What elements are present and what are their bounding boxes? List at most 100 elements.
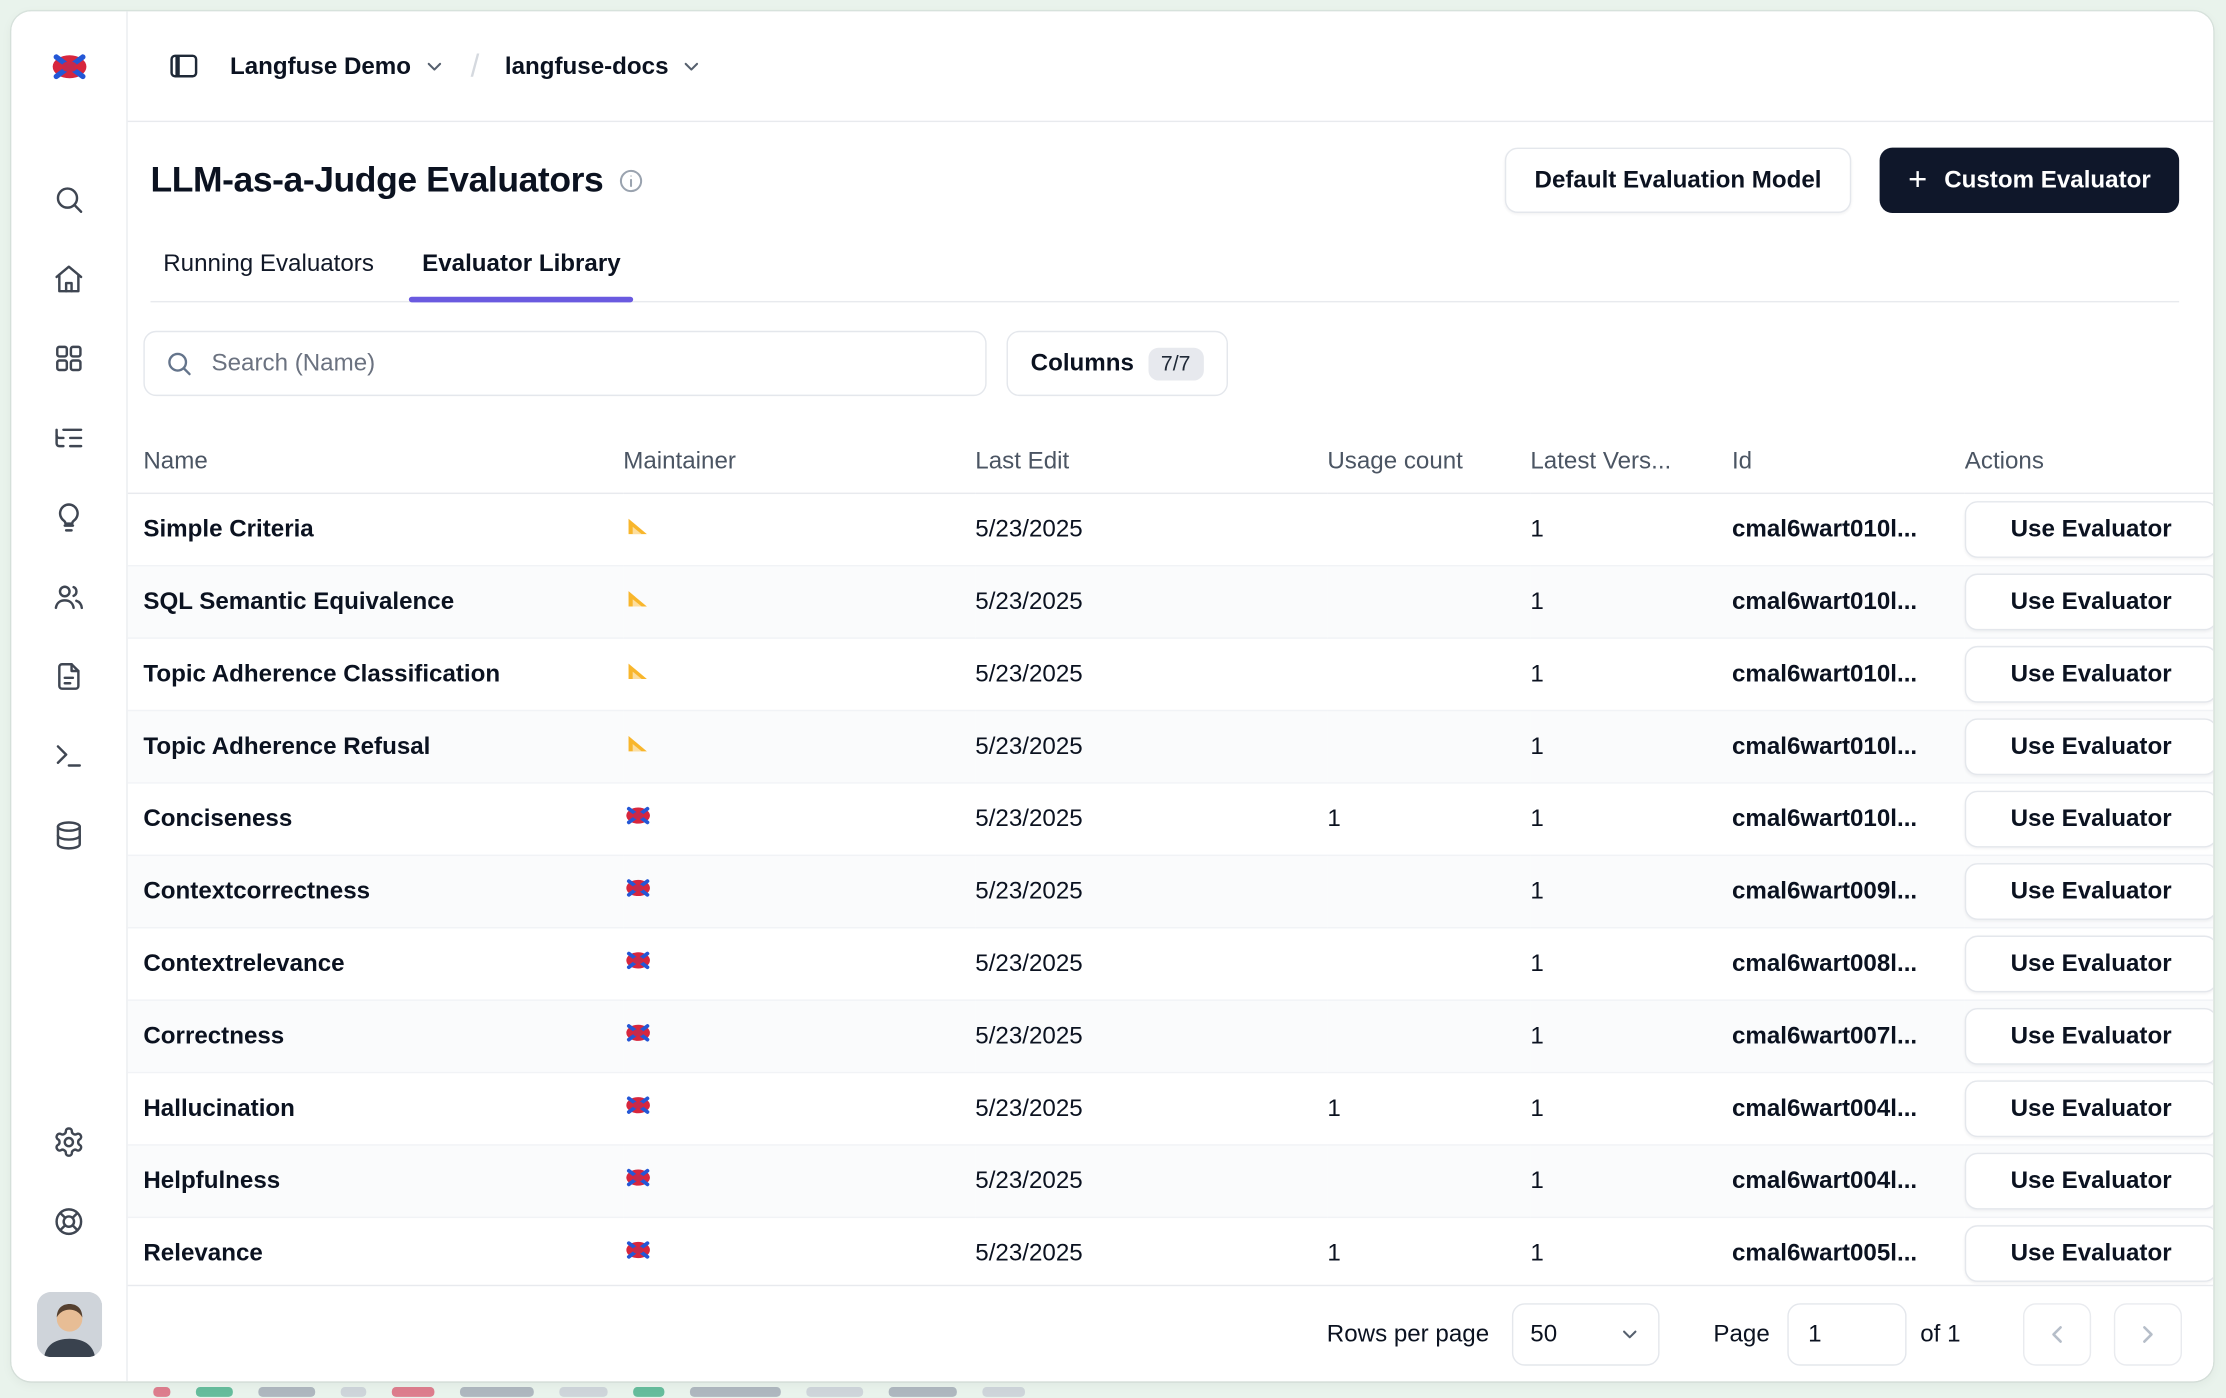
sidebar-item-datasets[interactable]: [40, 806, 97, 863]
ragas-icon: [623, 511, 651, 539]
langfuse-icon: [623, 872, 653, 902]
table-row: Topic Adherence Refusal 5/23/2025 1 cmal…: [128, 710, 2213, 782]
chevron-left-icon: [2043, 1320, 2071, 1348]
rows-per-page-value: 50: [1530, 1320, 1557, 1348]
sidebar-item-home[interactable]: [40, 250, 97, 307]
last-edit-value: 5/23/2025: [975, 587, 1082, 614]
use-evaluator-button[interactable]: Use Evaluator: [1965, 645, 2213, 702]
table-header-row: Name Maintainer Last Edit Usage count La…: [128, 430, 2213, 492]
column-header-usage-count: Usage count: [1327, 430, 1530, 492]
evaluator-id: cmal6wart010l...: [1732, 804, 1917, 831]
evaluator-id: cmal6wart004l...: [1732, 1094, 1917, 1121]
evaluator-name: Contextrelevance: [143, 949, 344, 976]
column-header-actions: Actions: [1965, 430, 2213, 492]
ragas-icon: [623, 656, 651, 684]
langfuse-icon: [623, 800, 653, 830]
columns-label: Columns: [1031, 349, 1134, 377]
previous-page-button[interactable]: [2023, 1303, 2091, 1365]
evaluator-table-body: Simple Criteria 5/23/2025 1 cmal6wart010…: [128, 493, 2213, 1285]
terminal-icon: [53, 739, 86, 772]
database-icon: [53, 818, 86, 851]
sidebar-item-support[interactable]: [40, 1192, 97, 1249]
usage-count-value: 1: [1327, 1094, 1340, 1121]
evaluator-id: cmal6wart008l...: [1732, 949, 1917, 976]
sidebar-item-settings[interactable]: [40, 1113, 97, 1170]
use-evaluator-button[interactable]: Use Evaluator: [1965, 1152, 2213, 1209]
langfuse-icon: [623, 945, 653, 975]
lightbulb-icon: [53, 500, 86, 533]
project-switcher[interactable]: langfuse-docs: [502, 46, 705, 86]
evaluator-name: SQL Semantic Equivalence: [143, 587, 454, 614]
default-evaluation-model-button[interactable]: Default Evaluation Model: [1505, 148, 1852, 213]
tabs: Running Evaluators Evaluator Library: [150, 241, 2179, 302]
custom-evaluator-button[interactable]: + Custom Evaluator: [1880, 148, 2179, 213]
plus-icon: +: [1908, 163, 1927, 196]
use-evaluator-button[interactable]: Use Evaluator: [1965, 718, 2213, 775]
sidebar-item-search[interactable]: [40, 170, 97, 227]
user-avatar[interactable]: [36, 1292, 101, 1357]
evaluator-name: Correctness: [143, 1021, 284, 1048]
chevron-right-icon: [2134, 1320, 2162, 1348]
evaluator-name: Conciseness: [143, 804, 292, 831]
langfuse-logo[interactable]: [11, 11, 126, 122]
breadcrumb-separator: /: [471, 48, 480, 85]
sidebar-item-playground[interactable]: [40, 727, 97, 784]
use-evaluator-button[interactable]: Use Evaluator: [1965, 500, 2213, 557]
page-number-input[interactable]: [1787, 1303, 1906, 1365]
last-edit-value: 5/23/2025: [975, 1166, 1082, 1193]
use-evaluator-button[interactable]: Use Evaluator: [1965, 1080, 2213, 1137]
last-edit-value: 5/23/2025: [975, 877, 1082, 904]
sidebar-item-tracing[interactable]: [40, 409, 97, 466]
sidebar-item-prompts[interactable]: [40, 647, 97, 704]
page-header: LLM-as-a-Judge Evaluators Default Evalua…: [128, 122, 2213, 302]
langfuse-icon: [623, 1017, 653, 1047]
tab-evaluator-library[interactable]: Evaluator Library: [409, 241, 633, 301]
app-window: Langfuse Demo / langfuse-docs LLM-as-a-J…: [11, 11, 2213, 1381]
use-evaluator-button[interactable]: Use Evaluator: [1965, 573, 2213, 630]
evaluator-id: cmal6wart009l...: [1732, 877, 1917, 904]
langfuse-icon: [623, 945, 653, 975]
search-input[interactable]: [209, 348, 966, 379]
next-page-button[interactable]: [2114, 1303, 2182, 1365]
columns-button[interactable]: Columns 7/7: [1007, 331, 1228, 396]
org-name: Langfuse Demo: [230, 52, 411, 80]
use-evaluator-button[interactable]: Use Evaluator: [1965, 935, 2213, 992]
ragas-icon: [623, 656, 651, 684]
chevron-down-icon: [680, 55, 703, 78]
tab-running-evaluators[interactable]: Running Evaluators: [150, 241, 386, 301]
lifebuoy-icon: [53, 1205, 86, 1238]
page-label: Page: [1713, 1320, 1769, 1348]
use-evaluator-button[interactable]: Use Evaluator: [1965, 1007, 2213, 1064]
use-evaluator-button[interactable]: Use Evaluator: [1965, 1224, 2213, 1281]
sidebar-item-evaluation[interactable]: [40, 488, 97, 545]
latest-version-value: 1: [1530, 587, 1543, 614]
langfuse-icon: [623, 800, 653, 830]
table-row: Simple Criteria 5/23/2025 1 cmal6wart010…: [128, 493, 2213, 565]
use-evaluator-button[interactable]: Use Evaluator: [1965, 862, 2213, 919]
info-icon[interactable]: [617, 167, 644, 194]
latest-version-value: 1: [1530, 1094, 1543, 1121]
org-switcher[interactable]: Langfuse Demo: [227, 46, 448, 86]
evaluator-id: cmal6wart010l...: [1732, 659, 1917, 686]
table-row: Hallucination 5/23/2025 1 1 cmal6wart004…: [128, 1072, 2213, 1144]
evaluator-table: Name Maintainer Last Edit Usage count La…: [128, 430, 2213, 1285]
sidebar-toggle-button[interactable]: [159, 42, 207, 90]
table-row: Topic Adherence Classification 5/23/2025…: [128, 637, 2213, 709]
last-edit-value: 5/23/2025: [975, 1021, 1082, 1048]
evaluator-id: cmal6wart005l...: [1732, 1239, 1917, 1266]
usage-count-value: 1: [1327, 804, 1340, 831]
use-evaluator-button[interactable]: Use Evaluator: [1965, 790, 2213, 847]
sidebar-item-dashboards[interactable]: [40, 329, 97, 386]
background-peek: [153, 1387, 1025, 1397]
avatar-image: [36, 1292, 101, 1357]
search-icon: [53, 182, 86, 215]
table-toolbar: Columns 7/7: [128, 302, 2213, 430]
users-icon: [53, 580, 86, 613]
langfuse-icon: [623, 1090, 653, 1120]
column-header-latest-version: Latest Vers...: [1530, 430, 1732, 492]
rows-per-page-select[interactable]: 50: [1512, 1303, 1660, 1365]
langfuse-icon: [623, 1017, 653, 1047]
last-edit-value: 5/23/2025: [975, 659, 1082, 686]
latest-version-value: 1: [1530, 1166, 1543, 1193]
sidebar-item-users[interactable]: [40, 568, 97, 625]
